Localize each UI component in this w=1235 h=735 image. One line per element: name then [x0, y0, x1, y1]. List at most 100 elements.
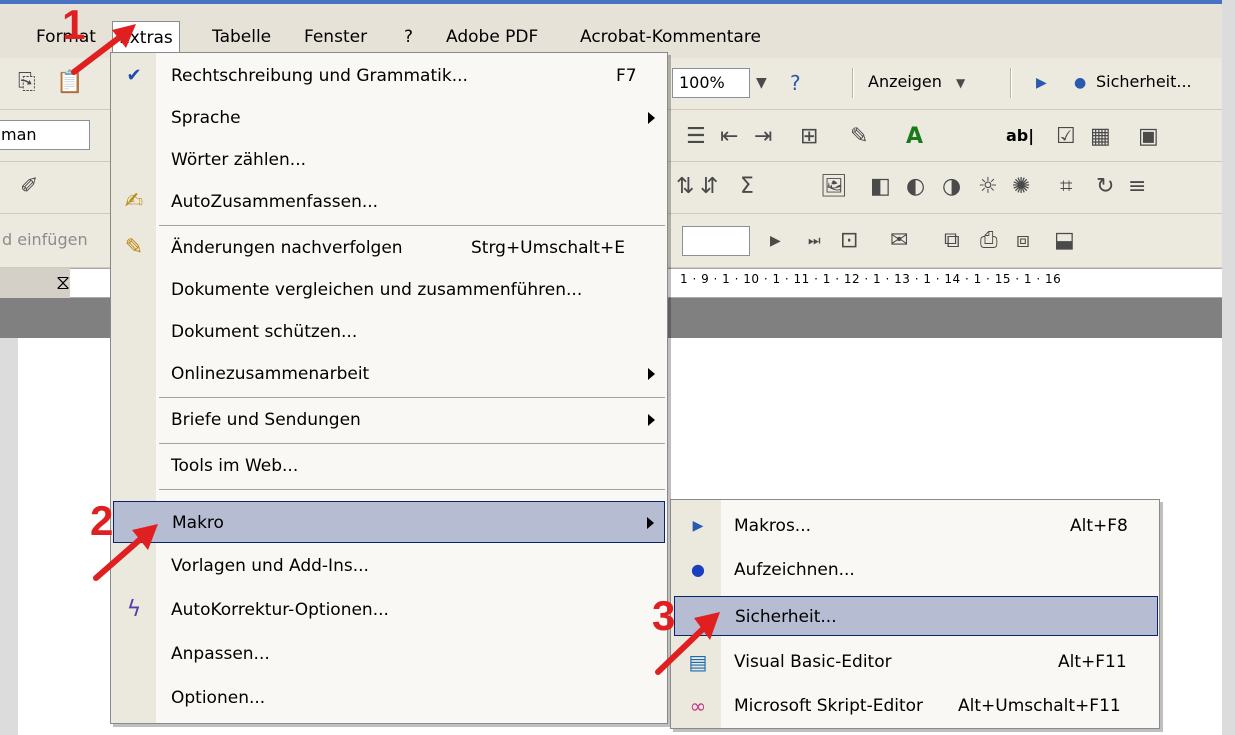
record-icon: ●	[691, 560, 705, 579]
makro-submenu: ▶ Makros... Alt+F8 ● Aufzeichnen... Sich…	[670, 499, 1160, 729]
menu-separator	[159, 397, 665, 398]
window-right-edge	[1222, 0, 1235, 735]
menu-item-briefe-und-sendungen[interactable]: Briefe und Sendungen	[111, 399, 667, 441]
anzeigen-button[interactable]: Anzeigen	[868, 72, 942, 91]
submenu-item-makros[interactable]: ▶ Makros... Alt+F8	[674, 506, 1158, 546]
autosummary-icon: ✍	[124, 189, 144, 214]
checkbox-icon[interactable]: ☑	[1056, 122, 1076, 152]
menu-item-label: Dokumente vergleichen und zusammenführen…	[171, 280, 583, 300]
menu-item-onlinezusammenarbeit[interactable]: Onlinezusammenarbeit	[111, 353, 667, 395]
textfield-icon[interactable]: ab|	[1006, 126, 1034, 145]
next-record-icon[interactable]: ▶	[770, 226, 781, 256]
document-left-margin	[0, 338, 18, 735]
submenu-arrow-icon	[648, 112, 655, 124]
form-icon[interactable]: ▣	[1138, 122, 1159, 152]
menu-item-sprache[interactable]: Sprache	[111, 97, 667, 139]
record-number-input[interactable]	[682, 226, 750, 256]
menu-tabelle[interactable]: Tabelle	[206, 22, 277, 52]
menu-item-label: Aufzeichnen...	[734, 560, 855, 580]
menu-separator	[159, 443, 665, 444]
menu-item-shortcut: Strg+Umschalt+E	[471, 238, 625, 258]
submenu-item-visual-basic-editor[interactable]: ▤ Visual Basic-Editor Alt+F11	[674, 642, 1158, 682]
font-color-icon[interactable]: A	[906, 122, 923, 152]
menu-item-shortcut: Alt+F11	[1058, 652, 1127, 672]
menu-item-shortcut: Alt+Umschalt+F11	[958, 696, 1121, 716]
sicherheit-button[interactable]: Sicherheit...	[1096, 72, 1192, 91]
einfuegen-button[interactable]: d einfügen	[2, 230, 88, 249]
menu-item-makro[interactable]: Makro	[113, 501, 665, 543]
contrast-down-icon[interactable]: ◑	[942, 172, 961, 202]
menu-item-woerter-zaehlen[interactable]: Wörter zählen...	[111, 139, 667, 181]
image-control-icon[interactable]: ◧	[870, 172, 891, 202]
autocorrect-icon: ϟ	[126, 597, 142, 622]
merge-email-icon[interactable]: ⧈	[1016, 226, 1030, 256]
menu-item-dokumente-vergleichen[interactable]: Dokumente vergleichen und zusammenführen…	[111, 269, 667, 311]
menu-item-autokorrektur-optionen[interactable]: ϟ AutoKorrektur-Optionen...	[111, 589, 667, 631]
merge-fax-icon[interactable]: ⬓	[1054, 226, 1075, 256]
sort-descending-icon[interactable]: ⇵	[700, 172, 718, 202]
extras-dropdown-menu: ✔ Rechtschreibung und Grammatik... F7 Sp…	[110, 52, 668, 724]
border-icon[interactable]: ⊞	[800, 122, 818, 152]
record-icon[interactable]: ●	[1074, 68, 1086, 98]
menu-item-aenderungen-nachverfolgen[interactable]: ✎ Änderungen nachverfolgen Strg+Umschalt…	[111, 227, 667, 269]
font-combobox[interactable]: man	[0, 120, 90, 150]
submenu-item-sicherheit[interactable]: Sicherheit...	[674, 596, 1158, 636]
brightness-up-icon[interactable]: ☼	[978, 172, 998, 202]
menu-item-dokument-schuetzen[interactable]: Dokument schützen...	[111, 311, 667, 353]
submenu-arrow-icon	[647, 517, 654, 529]
zoom-value: 100%	[679, 73, 725, 92]
zoom-combobox[interactable]: 100%	[672, 68, 750, 98]
contrast-up-icon[interactable]: ◐	[906, 172, 925, 202]
crop-icon[interactable]: ⌗	[1060, 172, 1072, 202]
menu-item-label: Optionen...	[171, 688, 266, 708]
menu-item-label: Briefe und Sendungen	[171, 410, 361, 430]
menu-separator	[159, 489, 665, 490]
ruler-left-margin: ⧖	[0, 268, 70, 298]
menu-adobe-pdf[interactable]: Adobe PDF	[440, 22, 544, 52]
rotate-icon[interactable]: ↻	[1096, 172, 1114, 202]
autosum-icon[interactable]: Σ	[740, 172, 754, 202]
bullet-list-icon[interactable]: ☰	[686, 122, 706, 152]
menu-help[interactable]: ?	[398, 22, 419, 52]
merge-printer-icon[interactable]: ⎙	[980, 226, 998, 256]
submenu-item-skript-editor[interactable]: ∞ Microsoft Skript-Editor Alt+Umschalt+F…	[674, 686, 1158, 726]
menu-item-anpassen[interactable]: Anpassen...	[111, 633, 667, 675]
menu-item-label: AutoKorrektur-Optionen...	[171, 600, 389, 620]
submenu-item-aufzeichnen[interactable]: ● Aufzeichnen...	[674, 550, 1158, 590]
menu-item-rechtschreibung[interactable]: ✔ Rechtschreibung und Grammatik... F7	[111, 55, 667, 97]
menu-acrobat-kommentare[interactable]: Acrobat-Kommentare	[574, 22, 767, 52]
decrease-indent-icon[interactable]: ⇤	[720, 122, 738, 152]
menu-fenster[interactable]: Fenster	[298, 22, 373, 52]
menu-item-tools-im-web[interactable]: Tools im Web...	[111, 445, 667, 487]
toolbar-separator	[852, 68, 854, 98]
merge-document-icon[interactable]: ⧉	[944, 226, 960, 256]
menu-item-optionen[interactable]: Optionen...	[111, 677, 667, 719]
menu-item-label: Vorlagen und Add-Ins...	[171, 556, 369, 576]
pen-icon[interactable]: ✐	[20, 172, 38, 202]
toolbar-separator	[1010, 68, 1012, 98]
play-icon[interactable]: ▶	[1036, 68, 1047, 98]
menu-item-autozusammenfassen[interactable]: ✍ AutoZusammenfassen...	[111, 181, 667, 223]
edit-source-icon[interactable]: ✉	[890, 226, 908, 256]
sort-ascending-icon[interactable]: ⇅	[676, 172, 694, 202]
last-record-icon[interactable]: ⏭	[808, 226, 821, 256]
line-style-icon[interactable]: ≡	[1128, 172, 1146, 202]
menu-item-shortcut: Alt+F8	[1070, 516, 1128, 536]
copy-icon[interactable]: ⎘	[18, 68, 36, 98]
chevron-down-icon[interactable]: ▼	[756, 68, 767, 98]
brightness-down-icon[interactable]: ✺	[1012, 172, 1030, 202]
submenu-arrow-icon	[648, 414, 655, 426]
menu-separator	[159, 225, 665, 226]
menu-item-vorlagen-und-addins[interactable]: Vorlagen und Add-Ins...	[111, 545, 667, 587]
chevron-down-icon[interactable]: ▼	[956, 68, 965, 98]
help-icon[interactable]: ?	[790, 68, 801, 98]
highlight-icon[interactable]: ✎	[850, 122, 868, 152]
increase-indent-icon[interactable]: ⇥	[754, 122, 772, 152]
menu-item-label: Wörter zählen...	[171, 150, 307, 170]
indent-marker-icon[interactable]: ⧖	[56, 270, 70, 294]
script-editor-icon: ∞	[689, 694, 707, 718]
form-table-icon[interactable]: ▦	[1090, 122, 1111, 152]
insert-picture-icon[interactable]: 🖼	[820, 172, 848, 202]
menu-item-label: Visual Basic-Editor	[734, 652, 892, 672]
find-record-icon[interactable]: ⊡	[840, 226, 858, 256]
